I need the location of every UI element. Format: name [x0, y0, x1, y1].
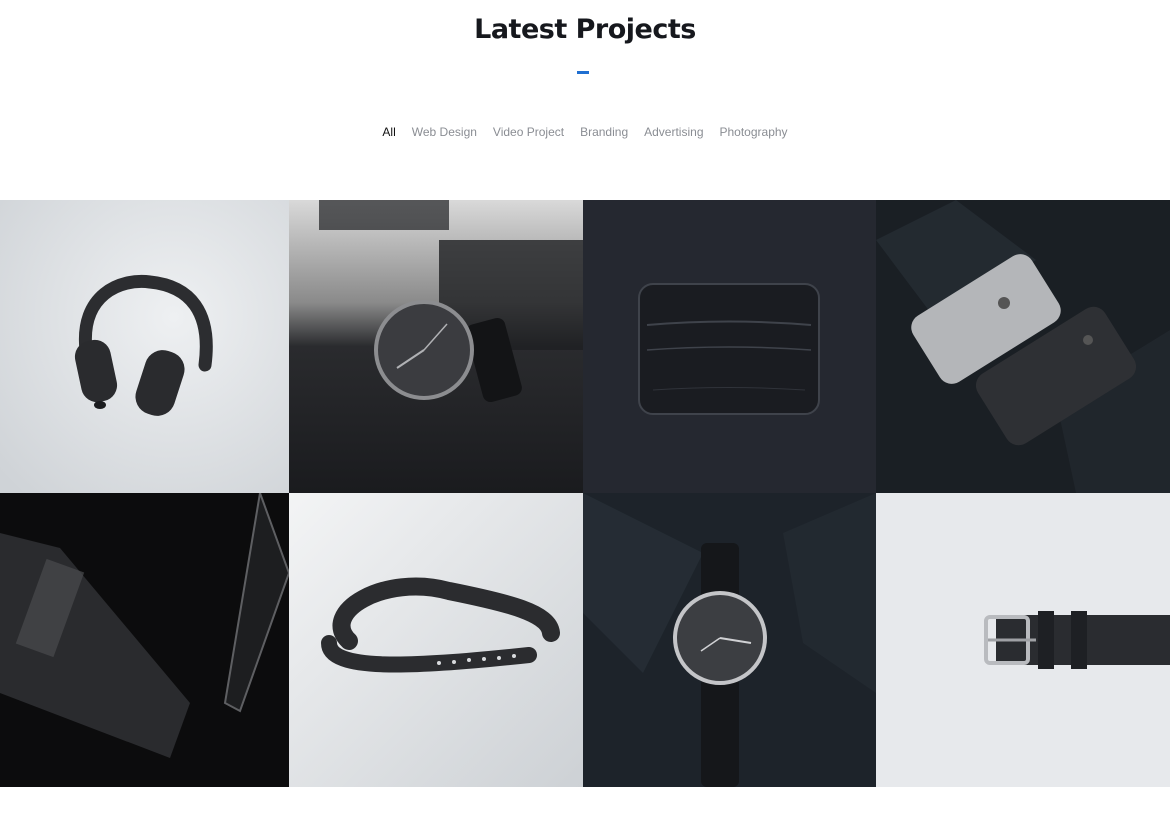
headphones-image	[0, 200, 289, 493]
phones-image	[876, 200, 1170, 493]
filter-advertising[interactable]: Advertising	[644, 125, 703, 139]
project-tile-belt[interactable]	[876, 493, 1170, 787]
filter-photography[interactable]: Photography	[720, 125, 788, 139]
filter-video-project[interactable]: Video Project	[493, 125, 564, 139]
phone-cases-image	[0, 493, 289, 787]
project-tile-strap[interactable]	[289, 493, 583, 787]
project-tile-watch[interactable]	[289, 200, 583, 493]
watch-image	[289, 200, 583, 493]
belt-image	[876, 493, 1170, 787]
project-tile-headphones[interactable]	[0, 200, 289, 493]
section-title: Latest Projects	[474, 14, 696, 45]
project-tile-watch-paper[interactable]	[583, 493, 876, 787]
wallet-image	[583, 200, 876, 493]
project-tile-wallet[interactable]	[583, 200, 876, 493]
title-accent-bar	[577, 71, 589, 74]
project-tile-phones[interactable]	[876, 200, 1170, 493]
strap-image	[289, 493, 583, 787]
project-tile-phone-cases[interactable]	[0, 493, 289, 787]
filter-all[interactable]: All	[382, 125, 395, 139]
portfolio-filter-bar: All Web Design Video Project Branding Ad…	[0, 125, 1170, 139]
filter-branding[interactable]: Branding	[580, 125, 628, 139]
filter-web-design[interactable]: Web Design	[412, 125, 477, 139]
watch-paper-image	[583, 493, 876, 787]
project-grid	[0, 200, 1170, 787]
